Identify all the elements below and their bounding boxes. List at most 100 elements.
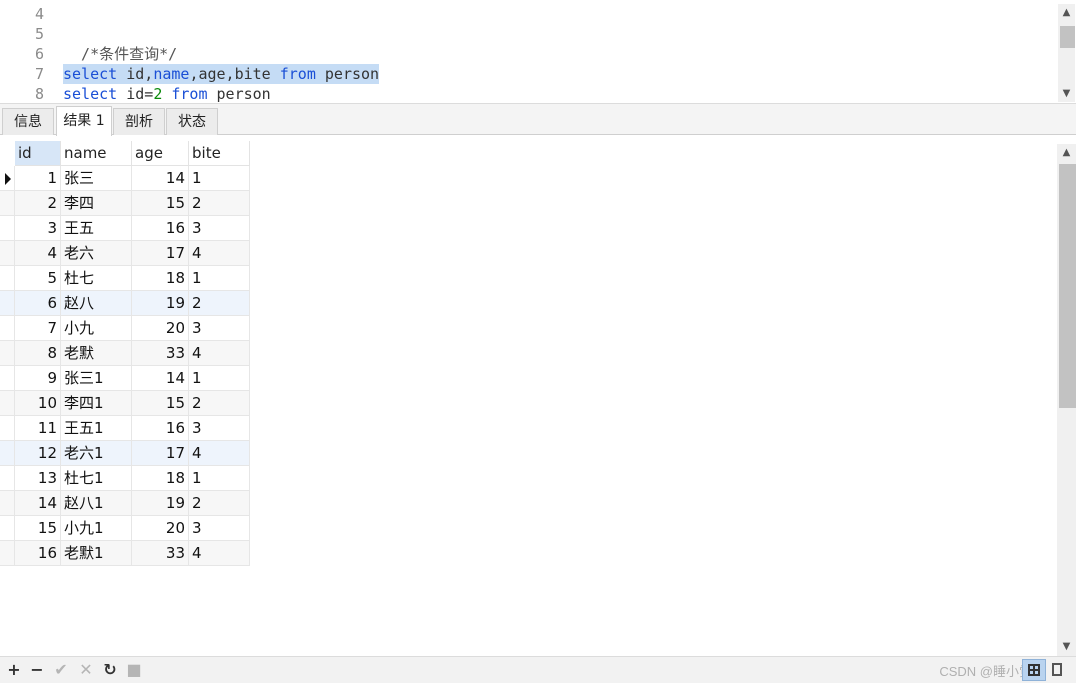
code-line[interactable]: 8 select id=2 from person (0, 84, 1050, 103)
scroll-up-arrow-icon[interactable]: ▲ (1057, 144, 1076, 162)
cell-name[interactable]: 张三 (61, 166, 132, 191)
cell-bite[interactable]: 4 (189, 541, 250, 566)
cell-id[interactable]: 11 (15, 416, 61, 441)
row-marker[interactable] (0, 291, 15, 316)
table-row[interactable]: 3 王五 16 3 (0, 216, 250, 241)
cell-bite[interactable]: 1 (189, 166, 250, 191)
cell-name[interactable]: 老默 (61, 341, 132, 366)
table-row[interactable]: 11 王五1 16 3 (0, 416, 250, 441)
sql-editor[interactable]: 456 /*条件查询*/7 select id,name,age,bite fro… (0, 0, 1076, 104)
cell-name[interactable]: 李四1 (61, 391, 132, 416)
cell-name[interactable]: 小九 (61, 316, 132, 341)
cell-id[interactable]: 7 (15, 316, 61, 341)
cell-bite[interactable]: 4 (189, 241, 250, 266)
table-row[interactable]: 1 张三 14 1 (0, 166, 250, 191)
cell-id[interactable]: 10 (15, 391, 61, 416)
cell-age[interactable]: 17 (132, 241, 189, 266)
cell-age[interactable]: 15 (132, 191, 189, 216)
cell-age[interactable]: 16 (132, 216, 189, 241)
table-row[interactable]: 4 老六 17 4 (0, 241, 250, 266)
cell-id[interactable]: 8 (15, 341, 61, 366)
row-marker[interactable] (0, 441, 15, 466)
cell-age[interactable]: 33 (132, 341, 189, 366)
cell-id[interactable]: 16 (15, 541, 61, 566)
cell-id[interactable]: 14 (15, 491, 61, 516)
row-marker[interactable] (0, 341, 15, 366)
cell-name[interactable]: 赵八 (61, 291, 132, 316)
cell-name[interactable]: 杜七 (61, 266, 132, 291)
column-header-name[interactable]: name (61, 141, 132, 166)
code-line[interactable]: 5 (0, 24, 1050, 44)
table-row[interactable]: 14 赵八1 19 2 (0, 491, 250, 516)
cell-age[interactable]: 20 (132, 516, 189, 541)
stop-button[interactable]: ■ (124, 660, 144, 680)
code-line[interactable]: 7 select id,name,age,bite from person (0, 64, 1050, 84)
grid-scrollbar[interactable]: ▲ ▼ (1057, 144, 1076, 656)
table-row[interactable]: 2 李四 15 2 (0, 191, 250, 216)
row-marker[interactable] (0, 466, 15, 491)
row-marker[interactable] (0, 266, 15, 291)
scroll-up-arrow-icon[interactable]: ▲ (1058, 4, 1075, 21)
table-row[interactable]: 5 杜七 18 1 (0, 266, 250, 291)
table-row[interactable]: 8 老默 33 4 (0, 341, 250, 366)
table-row[interactable]: 15 小九1 20 3 (0, 516, 250, 541)
row-marker[interactable] (0, 416, 15, 441)
cell-id[interactable]: 9 (15, 366, 61, 391)
cell-bite[interactable]: 1 (189, 366, 250, 391)
table-row[interactable]: 7 小九 20 3 (0, 316, 250, 341)
cell-age[interactable]: 14 (132, 366, 189, 391)
cell-name[interactable]: 王五 (61, 216, 132, 241)
cell-name[interactable]: 张三1 (61, 366, 132, 391)
column-header-bite[interactable]: bite (189, 141, 250, 166)
cell-name[interactable]: 老默1 (61, 541, 132, 566)
tab-result-1[interactable]: 结果 1 (56, 106, 112, 136)
cell-id[interactable]: 5 (15, 266, 61, 291)
column-header-id[interactable]: id (15, 141, 61, 166)
cell-bite[interactable]: 2 (189, 291, 250, 316)
code-line[interactable]: 4 (0, 4, 1050, 24)
cell-age[interactable]: 17 (132, 441, 189, 466)
cell-name[interactable]: 杜七1 (61, 466, 132, 491)
cell-bite[interactable]: 3 (189, 216, 250, 241)
table-row[interactable]: 12 老六1 17 4 (0, 441, 250, 466)
scroll-down-arrow-icon[interactable]: ▼ (1058, 85, 1075, 102)
cell-age[interactable]: 19 (132, 491, 189, 516)
column-header-age[interactable]: age (132, 141, 189, 166)
row-marker[interactable] (0, 166, 15, 191)
cell-id[interactable]: 6 (15, 291, 61, 316)
cell-age[interactable]: 15 (132, 391, 189, 416)
cell-bite[interactable]: 2 (189, 191, 250, 216)
row-marker[interactable] (0, 491, 15, 516)
scroll-thumb[interactable] (1060, 26, 1075, 48)
cell-age[interactable]: 14 (132, 166, 189, 191)
cell-bite[interactable]: 4 (189, 341, 250, 366)
scroll-down-arrow-icon[interactable]: ▼ (1057, 638, 1076, 656)
row-marker[interactable] (0, 316, 15, 341)
discard-changes-button[interactable]: ✕ (76, 660, 96, 680)
cell-id[interactable]: 12 (15, 441, 61, 466)
cell-id[interactable]: 13 (15, 466, 61, 491)
row-marker[interactable] (0, 216, 15, 241)
table-row[interactable]: 16 老默1 33 4 (0, 541, 250, 566)
apply-changes-button[interactable]: ✔ (51, 660, 71, 680)
cell-name[interactable]: 赵八1 (61, 491, 132, 516)
cell-name[interactable]: 王五1 (61, 416, 132, 441)
row-marker[interactable] (0, 191, 15, 216)
tab-status[interactable]: 状态 (166, 108, 218, 135)
table-row[interactable]: 9 张三1 14 1 (0, 366, 250, 391)
cell-id[interactable]: 15 (15, 516, 61, 541)
cell-name[interactable]: 老六1 (61, 441, 132, 466)
grid-view-button[interactable] (1022, 659, 1046, 681)
tab-profile[interactable]: 剖析 (113, 108, 165, 135)
cell-age[interactable]: 33 (132, 541, 189, 566)
row-marker[interactable] (0, 541, 15, 566)
cell-bite[interactable]: 4 (189, 441, 250, 466)
cell-id[interactable]: 4 (15, 241, 61, 266)
row-marker[interactable] (0, 516, 15, 541)
result-grid[interactable]: id name age bite 1 张三 14 1 2 李四 15 2 3 王五 16 3 4 老六 17… (0, 136, 1056, 656)
cell-name[interactable]: 小九1 (61, 516, 132, 541)
table-row[interactable]: 6 赵八 19 2 (0, 291, 250, 316)
cell-bite[interactable]: 3 (189, 516, 250, 541)
cell-name[interactable]: 老六 (61, 241, 132, 266)
cell-bite[interactable]: 3 (189, 416, 250, 441)
